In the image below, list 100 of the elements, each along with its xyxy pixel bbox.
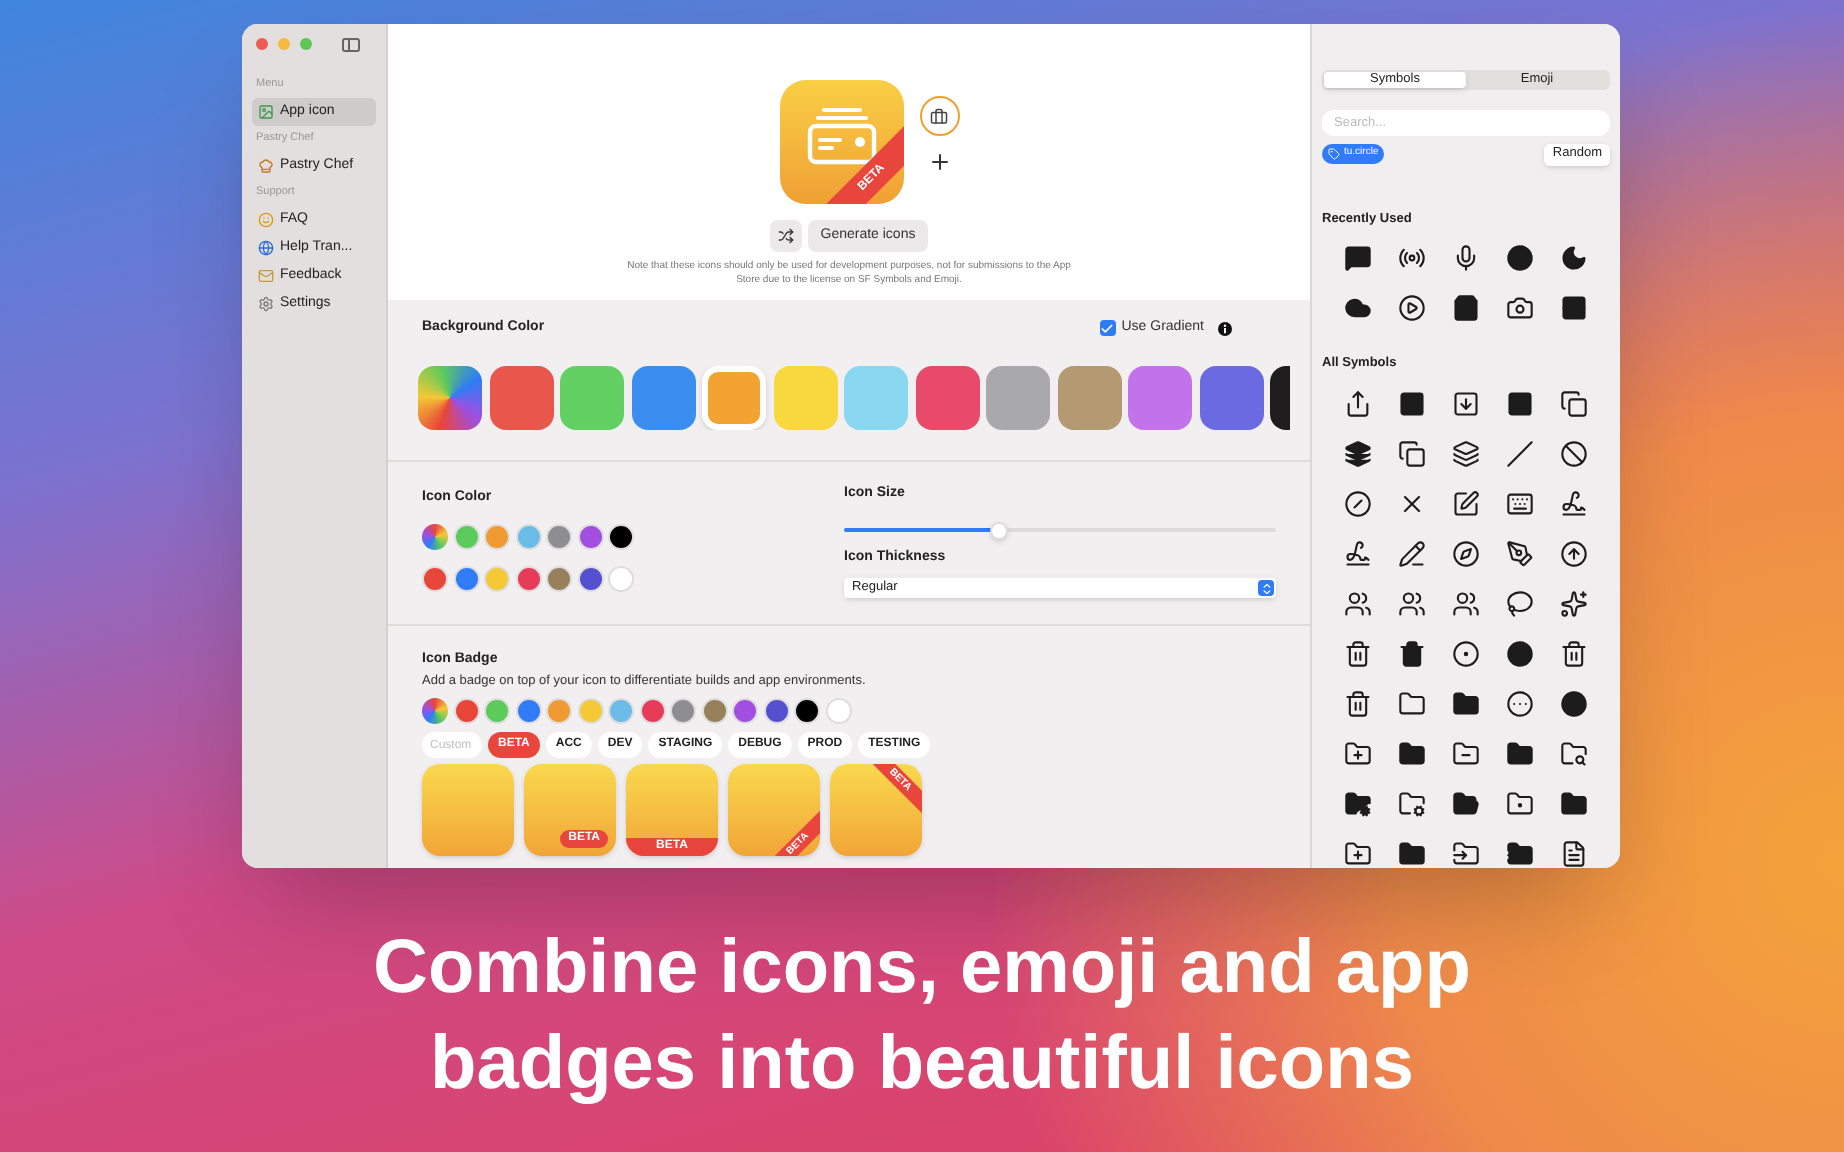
rainbow-swatch[interactable] (422, 698, 448, 725)
folder-gear-icon[interactable] (1397, 790, 1426, 818)
color-swatch[interactable] (670, 698, 696, 725)
ban-icon[interactable] (1560, 440, 1589, 468)
folder-icon[interactable] (1451, 690, 1480, 718)
slash-icon[interactable] (1506, 440, 1535, 468)
microphone-icon[interactable] (1451, 244, 1480, 273)
color-swatch[interactable] (844, 365, 908, 429)
color-swatch[interactable] (422, 565, 448, 591)
close-button[interactable] (256, 38, 268, 50)
slider-thumb[interactable] (990, 521, 1009, 539)
document-icon[interactable] (1560, 840, 1589, 868)
color-swatch[interactable] (1199, 365, 1263, 429)
trash-icon[interactable] (1397, 640, 1426, 668)
icon-size-slider[interactable] (844, 521, 1276, 539)
color-swatch[interactable] (546, 698, 572, 725)
pencil-icon[interactable] (1397, 540, 1426, 568)
shuffle-icon (778, 228, 795, 244)
color-swatch[interactable] (515, 565, 541, 591)
keyboard-icon[interactable] (1506, 490, 1535, 518)
gear-icon (258, 296, 274, 312)
color-swatch[interactable] (453, 565, 479, 591)
color-swatch[interactable] (577, 698, 603, 725)
share-icon[interactable] (1343, 390, 1372, 418)
play-icon[interactable] (1397, 294, 1426, 323)
lasso-icon[interactable] (1506, 590, 1535, 618)
color-swatch[interactable] (794, 698, 820, 725)
trash-icon[interactable] (1343, 640, 1372, 668)
info-icon[interactable] (1218, 321, 1232, 336)
color-swatch[interactable] (915, 365, 979, 429)
color-swatch[interactable] (489, 365, 553, 429)
circle-ellipsis-icon[interactable] (1506, 690, 1535, 718)
color-swatch[interactable] (825, 698, 851, 725)
shuffle-button[interactable] (770, 220, 803, 252)
moon-icon[interactable] (1560, 244, 1589, 273)
color-swatch[interactable] (453, 523, 479, 549)
trash-icon[interactable] (1560, 640, 1589, 668)
globe-icon (258, 240, 274, 256)
color-swatch[interactable] (631, 365, 695, 429)
circle-icon[interactable] (1560, 690, 1589, 718)
stepper-button[interactable] (1258, 580, 1274, 596)
color-swatch[interactable] (560, 365, 624, 429)
antenna-icon[interactable] (1397, 244, 1426, 273)
folder-search-icon[interactable] (1560, 740, 1589, 768)
compass-icon[interactable] (1451, 540, 1480, 568)
camera-icon[interactable] (1506, 294, 1535, 323)
envelope-icon (258, 268, 274, 284)
color-swatch[interactable] (546, 565, 572, 591)
color-swatch[interactable] (639, 698, 665, 725)
color-swatch[interactable] (484, 698, 510, 725)
rainbow-swatch[interactable] (418, 365, 482, 429)
copy-icon[interactable] (1397, 440, 1426, 468)
color-swatch[interactable] (608, 565, 634, 591)
folder-icon[interactable] (1397, 690, 1426, 718)
briefcase-icon (930, 107, 948, 125)
use-gradient-checkbox[interactable] (1099, 320, 1116, 337)
sparkles-icon[interactable] (1560, 590, 1589, 618)
color-swatch[interactable] (484, 523, 510, 549)
picture-icon (258, 104, 274, 120)
color-swatch[interactable] (1057, 365, 1121, 429)
folder-gear-icon[interactable] (1343, 790, 1372, 818)
color-swatch[interactable] (732, 698, 758, 725)
color-swatch[interactable] (608, 698, 634, 725)
people-icon[interactable] (1397, 590, 1426, 618)
folder-icon[interactable] (1451, 790, 1480, 818)
chef-hat-icon (258, 158, 274, 174)
color-swatch[interactable] (484, 565, 510, 591)
speech-bubble-icon[interactable] (1343, 244, 1372, 273)
copy-icon[interactable] (1560, 390, 1589, 418)
layers-icon[interactable] (1343, 440, 1372, 468)
circle-icon[interactable] (1506, 244, 1535, 273)
trash-icon[interactable] (1343, 690, 1372, 718)
color-swatch[interactable] (773, 365, 837, 429)
sidebar-toggle-icon[interactable] (342, 37, 360, 51)
color-swatch[interactable] (515, 523, 541, 549)
plus-icon (927, 150, 951, 174)
signature-icon[interactable] (1343, 540, 1372, 568)
color-swatch[interactable] (515, 698, 541, 725)
color-swatch[interactable] (763, 698, 789, 725)
people-icon[interactable] (1451, 590, 1480, 618)
rainbow-swatch[interactable] (422, 523, 448, 549)
color-swatch[interactable] (577, 523, 603, 549)
color-swatch[interactable] (546, 523, 572, 549)
square-pen-icon[interactable] (1451, 490, 1480, 518)
checkmark-icon (1100, 321, 1115, 336)
circle-slash-icon[interactable] (1343, 490, 1372, 518)
color-swatch[interactable] (577, 565, 603, 591)
color-swatch[interactable] (608, 523, 634, 549)
color-swatch[interactable] (986, 365, 1050, 429)
color-swatch[interactable] (701, 698, 727, 725)
signature-icon[interactable] (1560, 490, 1589, 518)
badge-style-tile[interactable] (422, 764, 514, 857)
layers-icon[interactable] (1451, 440, 1480, 468)
pen-icon[interactable] (1506, 540, 1535, 568)
people-icon[interactable] (1343, 590, 1372, 618)
chevrons-icon (1259, 581, 1273, 595)
color-swatch[interactable] (1128, 365, 1192, 429)
color-swatch[interactable] (453, 698, 479, 725)
cloud-icon[interactable] (1343, 294, 1372, 323)
symbol-button[interactable] (919, 96, 959, 136)
